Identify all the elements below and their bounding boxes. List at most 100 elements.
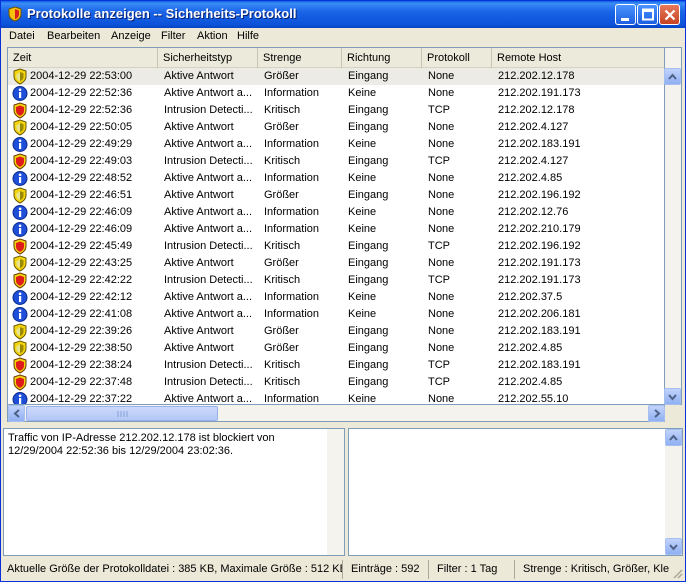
table-row[interactable]: 2004-12-29 22:38:24 Intrusion Detecti... K… <box>8 357 664 374</box>
cell-time: 2004-12-29 22:45:49 <box>30 240 133 252</box>
title-bar[interactable]: Protokolle anzeigen -- Sicherheits-Proto… <box>1 1 685 28</box>
table-row[interactable]: 2004-12-29 22:42:22 Intrusion Detecti... K… <box>8 272 664 289</box>
detail-right-scrollbar[interactable] <box>665 429 682 555</box>
detail-left-scrollbar[interactable] <box>327 429 344 555</box>
warning-shield-icon <box>13 68 27 85</box>
cell-time: 2004-12-29 22:39:26 <box>30 325 133 337</box>
table-row[interactable]: 2004-12-29 22:52:36 Aktive Antwort a... In… <box>8 85 664 102</box>
warning-shield-icon <box>13 340 27 357</box>
detail-text: Traffic von IP-Adresse 212.202.12.178 is… <box>8 432 275 457</box>
detail-panel-left[interactable]: Traffic von IP-Adresse 212.202.12.178 is… <box>3 428 345 556</box>
cell-type: Intrusion Detecti... <box>164 240 253 252</box>
cell-type: Aktive Antwort a... <box>164 291 253 303</box>
cell-type: Aktive Antwort <box>164 70 234 82</box>
cell-direction: Keine <box>348 223 377 235</box>
critical-shield-icon <box>13 238 27 255</box>
cell-direction: Eingang <box>348 342 389 354</box>
column-header-protokoll[interactable]: Protokoll <box>422 48 492 68</box>
cell-remote-host: 212.202.4.85 <box>498 342 563 354</box>
cell-type: Aktive Antwort a... <box>164 87 253 99</box>
horizontal-scroll-thumb[interactable] <box>26 406 218 421</box>
menu-aktion[interactable]: Aktion <box>197 30 228 42</box>
column-header-zeit[interactable]: Zeit <box>8 48 158 68</box>
info-icon <box>12 307 28 322</box>
cell-severity: Größer <box>264 325 299 337</box>
table-row[interactable]: 2004-12-29 22:45:49 Intrusion Detecti... K… <box>8 238 664 255</box>
minimize-button[interactable] <box>615 4 636 25</box>
info-icon <box>12 171 28 186</box>
column-header-richtung[interactable]: Richtung <box>342 48 422 68</box>
table-row[interactable]: 2004-12-29 22:46:09 Aktive Antwort a... In… <box>8 221 664 238</box>
scroll-up-button[interactable] <box>664 68 681 85</box>
table-row[interactable]: 2004-12-29 22:53:00 Aktive Antwort Größer E… <box>8 68 664 85</box>
cell-severity: Kritisch <box>264 359 301 371</box>
column-header-strenge[interactable]: Strenge <box>258 48 342 68</box>
cell-time: 2004-12-29 22:46:09 <box>30 223 133 235</box>
maximize-button[interactable] <box>637 4 658 25</box>
list-vertical-scrollbar[interactable] <box>664 47 682 405</box>
close-button[interactable] <box>659 4 680 25</box>
cell-remote-host: 212.202.191.173 <box>498 274 581 286</box>
scroll-down-button[interactable] <box>664 388 681 405</box>
table-row[interactable]: 2004-12-29 22:49:29 Aktive Antwort a... In… <box>8 136 664 153</box>
resize-grip-icon[interactable] <box>671 567 683 579</box>
table-row[interactable]: 2004-12-29 22:46:51 Aktive Antwort Größer E… <box>8 187 664 204</box>
menu-filter[interactable]: Filter <box>161 30 185 42</box>
table-row[interactable]: 2004-12-29 22:52:36 Intrusion Detecti... K… <box>8 102 664 119</box>
table-row[interactable]: 2004-12-29 22:37:48 Intrusion Detecti... K… <box>8 374 664 391</box>
status-entries: Einträge : 592 <box>347 560 429 579</box>
cell-severity: Kritisch <box>264 240 301 252</box>
cell-severity: Information <box>264 206 320 218</box>
detail-scroll-down-button[interactable] <box>665 538 682 555</box>
menu-datei[interactable]: Datei <box>9 30 35 42</box>
cell-severity: Information <box>264 87 320 99</box>
table-row[interactable]: 2004-12-29 22:46:09 Aktive Antwort a... In… <box>8 204 664 221</box>
table-row[interactable]: 2004-12-29 22:38:50 Aktive Antwort Größer E… <box>8 340 664 357</box>
table-row[interactable]: 2004-12-29 22:41:08 Aktive Antwort a... In… <box>8 306 664 323</box>
cell-protocol: None <box>428 308 455 320</box>
critical-shield-icon <box>13 272 27 289</box>
detail-panel-right[interactable] <box>348 428 683 556</box>
cell-time: 2004-12-29 22:41:08 <box>30 308 133 320</box>
info-icon <box>12 137 28 152</box>
detail-scroll-up-button[interactable] <box>665 429 682 446</box>
cell-severity: Größer <box>264 70 299 82</box>
cell-protocol: None <box>428 138 455 150</box>
table-row[interactable]: 2004-12-29 22:43:25 Aktive Antwort Größer E… <box>8 255 664 272</box>
menu-hilfe[interactable]: Hilfe <box>237 30 259 42</box>
cell-protocol: None <box>428 393 455 405</box>
log-list[interactable]: Zeit Sicherheitstyp Strenge Richtung Pro… <box>7 47 665 405</box>
table-row[interactable]: 2004-12-29 22:48:52 Aktive Antwort a... In… <box>8 170 664 187</box>
cell-direction: Keine <box>348 393 377 405</box>
table-row[interactable]: 2004-12-29 22:50:05 Aktive Antwort Größer E… <box>8 119 664 136</box>
cell-type: Aktive Antwort a... <box>164 393 253 405</box>
cell-protocol: None <box>428 325 455 337</box>
status-bar: Aktuelle Größe der Protokolldatei : 385 … <box>1 558 685 581</box>
list-horizontal-scrollbar[interactable] <box>7 405 665 422</box>
maximize-icon <box>642 8 654 21</box>
column-header-remote-host[interactable]: Remote Host <box>492 48 664 68</box>
table-row[interactable]: 2004-12-29 22:37:22 Aktive Antwort a... In… <box>8 391 664 405</box>
cell-time: 2004-12-29 22:49:29 <box>30 138 133 150</box>
scroll-right-button[interactable] <box>648 405 665 422</box>
warning-shield-icon <box>13 323 27 340</box>
cell-type: Aktive Antwort <box>164 342 234 354</box>
table-row[interactable]: 2004-12-29 22:49:03 Intrusion Detecti... K… <box>8 153 664 170</box>
menu-bearbeiten[interactable]: Bearbeiten <box>47 30 100 42</box>
cell-remote-host: 212.202.206.181 <box>498 308 581 320</box>
scroll-left-button[interactable] <box>8 405 25 422</box>
cell-remote-host: 212.202.4.127 <box>498 121 569 133</box>
cell-direction: Eingang <box>348 189 389 201</box>
shield-app-icon <box>8 6 22 22</box>
menu-anzeige[interactable]: Anzeige <box>111 30 151 42</box>
cell-type: Aktive Antwort <box>164 189 234 201</box>
cell-protocol: TCP <box>428 104 450 116</box>
cell-direction: Keine <box>348 291 377 303</box>
table-row[interactable]: 2004-12-29 22:39:26 Aktive Antwort Größer E… <box>8 323 664 340</box>
cell-protocol: None <box>428 257 455 269</box>
cell-severity: Kritisch <box>264 155 301 167</box>
cell-time: 2004-12-29 22:53:00 <box>30 70 133 82</box>
cell-remote-host: 212.202.191.173 <box>498 257 581 269</box>
column-header-sicherheitstyp[interactable]: Sicherheitstyp <box>158 48 258 68</box>
table-row[interactable]: 2004-12-29 22:42:12 Aktive Antwort a... In… <box>8 289 664 306</box>
